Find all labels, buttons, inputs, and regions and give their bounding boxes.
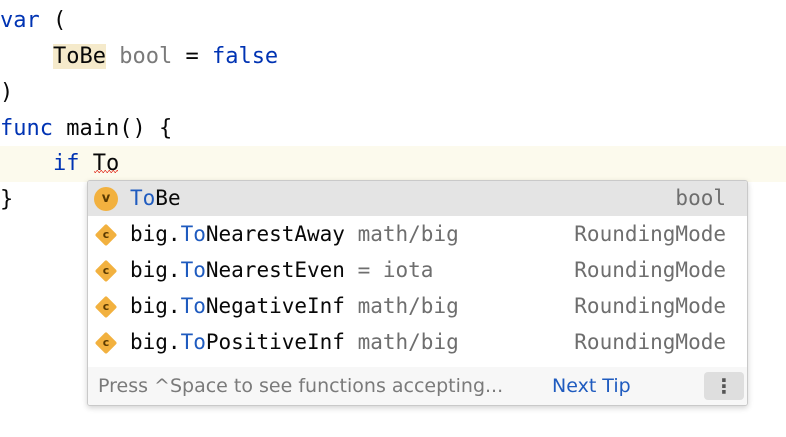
constant-icon: c <box>94 223 118 247</box>
operator: = <box>172 44 212 69</box>
completion-popup[interactable]: v ToBe bool c big.ToNearestAway math/big… <box>87 180 748 406</box>
code-text: main() { <box>52 116 173 141</box>
next-tip-link[interactable]: Next Tip <box>552 367 631 405</box>
code-line-2: ToBe bool = false <box>0 39 786 75</box>
completion-item-name: big.ToNearestAway math/big <box>130 222 459 246</box>
keyword: func <box>0 116 53 141</box>
completion-item-type: RoundingMode <box>574 330 726 354</box>
code-line-4: func main() { <box>0 111 786 147</box>
vertical-ellipsis-icon[interactable]: ⋮ <box>704 372 744 400</box>
completion-item-type: RoundingMode <box>574 222 726 246</box>
code-line-1: var ( <box>0 3 786 39</box>
completion-item-type: RoundingMode <box>574 294 726 318</box>
completion-item-tonegativeinf[interactable]: c big.ToNegativeInf math/big RoundingMod… <box>88 289 747 324</box>
constant-icon: c <box>94 295 118 319</box>
keyword: var <box>0 8 40 33</box>
constant-icon: c <box>94 331 118 355</box>
identifier-tobe: ToBe <box>52 44 106 69</box>
value-literal: false <box>211 44 279 69</box>
keyword: if <box>52 151 80 176</box>
completion-item-tobe[interactable]: v ToBe bool <box>88 181 747 216</box>
typed-text: To <box>92 151 120 176</box>
completion-footer: Press ^Space to see functions accepting.… <box>88 367 747 405</box>
type-name: bool <box>119 44 173 69</box>
code-text: ) <box>0 80 14 105</box>
code-line-3: ) <box>0 75 786 111</box>
completion-hint: Press ^Space to see functions accepting.… <box>98 375 504 397</box>
completion-item-name: big.ToNegativeInf math/big <box>130 294 459 318</box>
completion-item-name: ToBe <box>130 186 181 210</box>
completion-item-tonearestaway[interactable]: c big.ToNearestAway math/big RoundingMod… <box>88 217 747 252</box>
completion-item-type: bool <box>675 186 726 210</box>
completion-item-type: RoundingMode <box>574 258 726 282</box>
variable-icon: v <box>94 187 118 211</box>
code-text: } <box>0 187 14 212</box>
code-text: ( <box>39 8 67 33</box>
completion-item-name: big.ToPositiveInf math/big <box>130 330 459 354</box>
completion-item-tonearesteven[interactable]: c big.ToNearestEven = iota RoundingMode <box>88 253 747 288</box>
constant-icon: c <box>94 259 118 283</box>
completion-item-topositiveinf[interactable]: c big.ToPositiveInf math/big RoundingMod… <box>88 325 747 360</box>
code-line-5-current[interactable]: if To <box>0 146 786 182</box>
completion-item-name: big.ToNearestEven = iota <box>130 258 434 282</box>
